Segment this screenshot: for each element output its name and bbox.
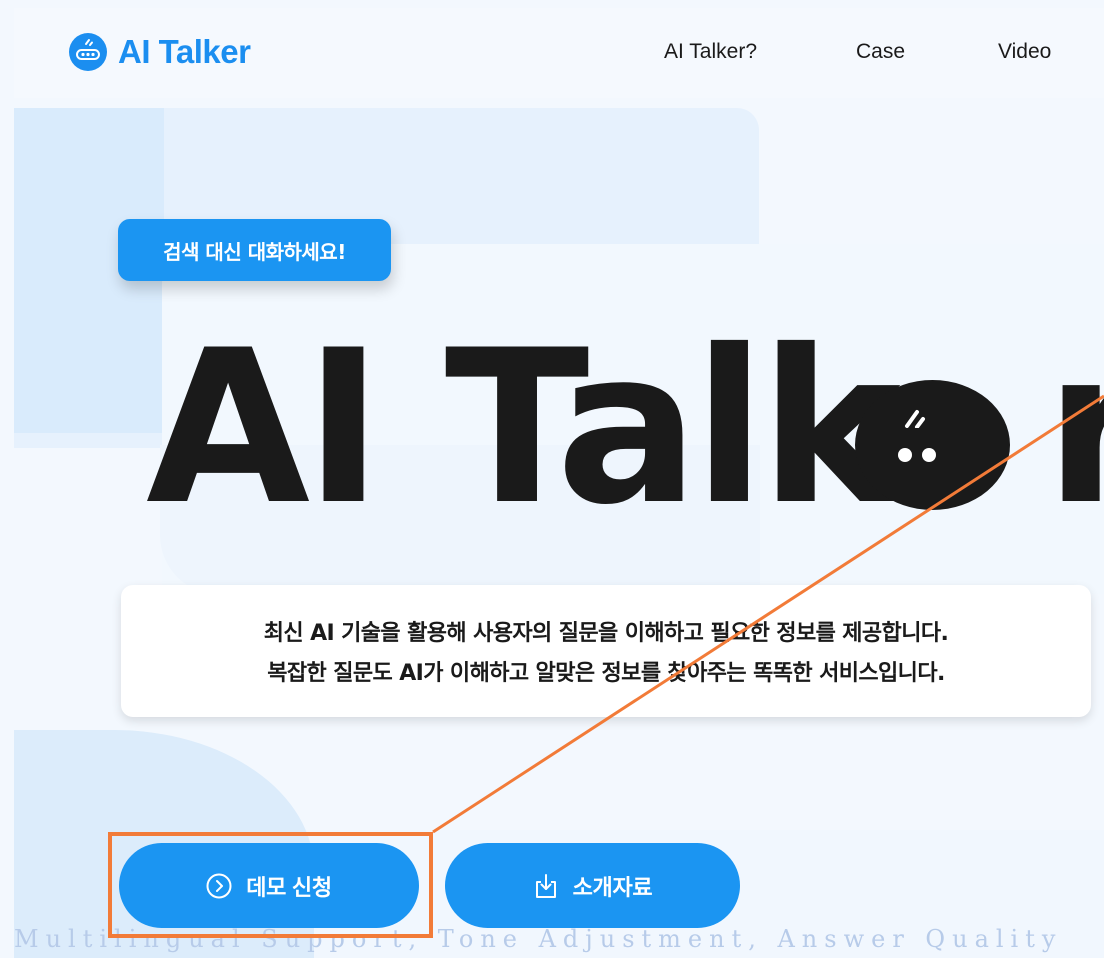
sparkle-icon xyxy=(905,410,925,428)
description-card: 최신 AI 기술을 활용해 사용자의 질문을 이해하고 필요한 정보를 제공합니… xyxy=(121,585,1091,717)
description-line: 복잡한 질문도 AI가 이해하고 알맞은 정보를 찾아주는 똑똑한 서비스입니다… xyxy=(267,661,945,686)
demo-request-button[interactable]: 데모 신청 xyxy=(119,843,419,928)
intro-material-label: 소개자료 xyxy=(572,874,653,900)
main-nav: AI Talker? Case Video xyxy=(0,40,1104,70)
bot-face-icon xyxy=(855,380,1010,510)
hero-tag-text: 검색 대신 대화하세요! xyxy=(163,239,346,264)
hero-title-text: AI Talk xyxy=(146,304,901,551)
nav-item-case[interactable]: Case xyxy=(856,40,905,64)
feature-marquee: Multilingual Support, Tone Adjustment, A… xyxy=(14,925,1063,953)
download-icon xyxy=(535,873,556,898)
hero-title-tail: r xyxy=(1044,304,1104,551)
nav-item-ai-talker[interactable]: AI Talker? xyxy=(664,40,757,64)
hero-tag-badge: 검색 대신 대화하세요! xyxy=(118,219,391,281)
intro-material-button[interactable]: 소개자료 xyxy=(445,843,740,928)
chevron-right-circle-icon xyxy=(206,873,232,898)
bot-eye xyxy=(898,448,912,462)
page: AI Talker AI Talker? Case Video 검색 대신 대화… xyxy=(0,0,1104,958)
nav-item-video[interactable]: Video xyxy=(998,40,1051,64)
demo-request-label: 데모 신청 xyxy=(246,874,332,900)
description-line: 최신 AI 기술을 활용해 사용자의 질문을 이해하고 필요한 정보를 제공합니… xyxy=(263,621,949,646)
bot-eye xyxy=(922,448,936,462)
